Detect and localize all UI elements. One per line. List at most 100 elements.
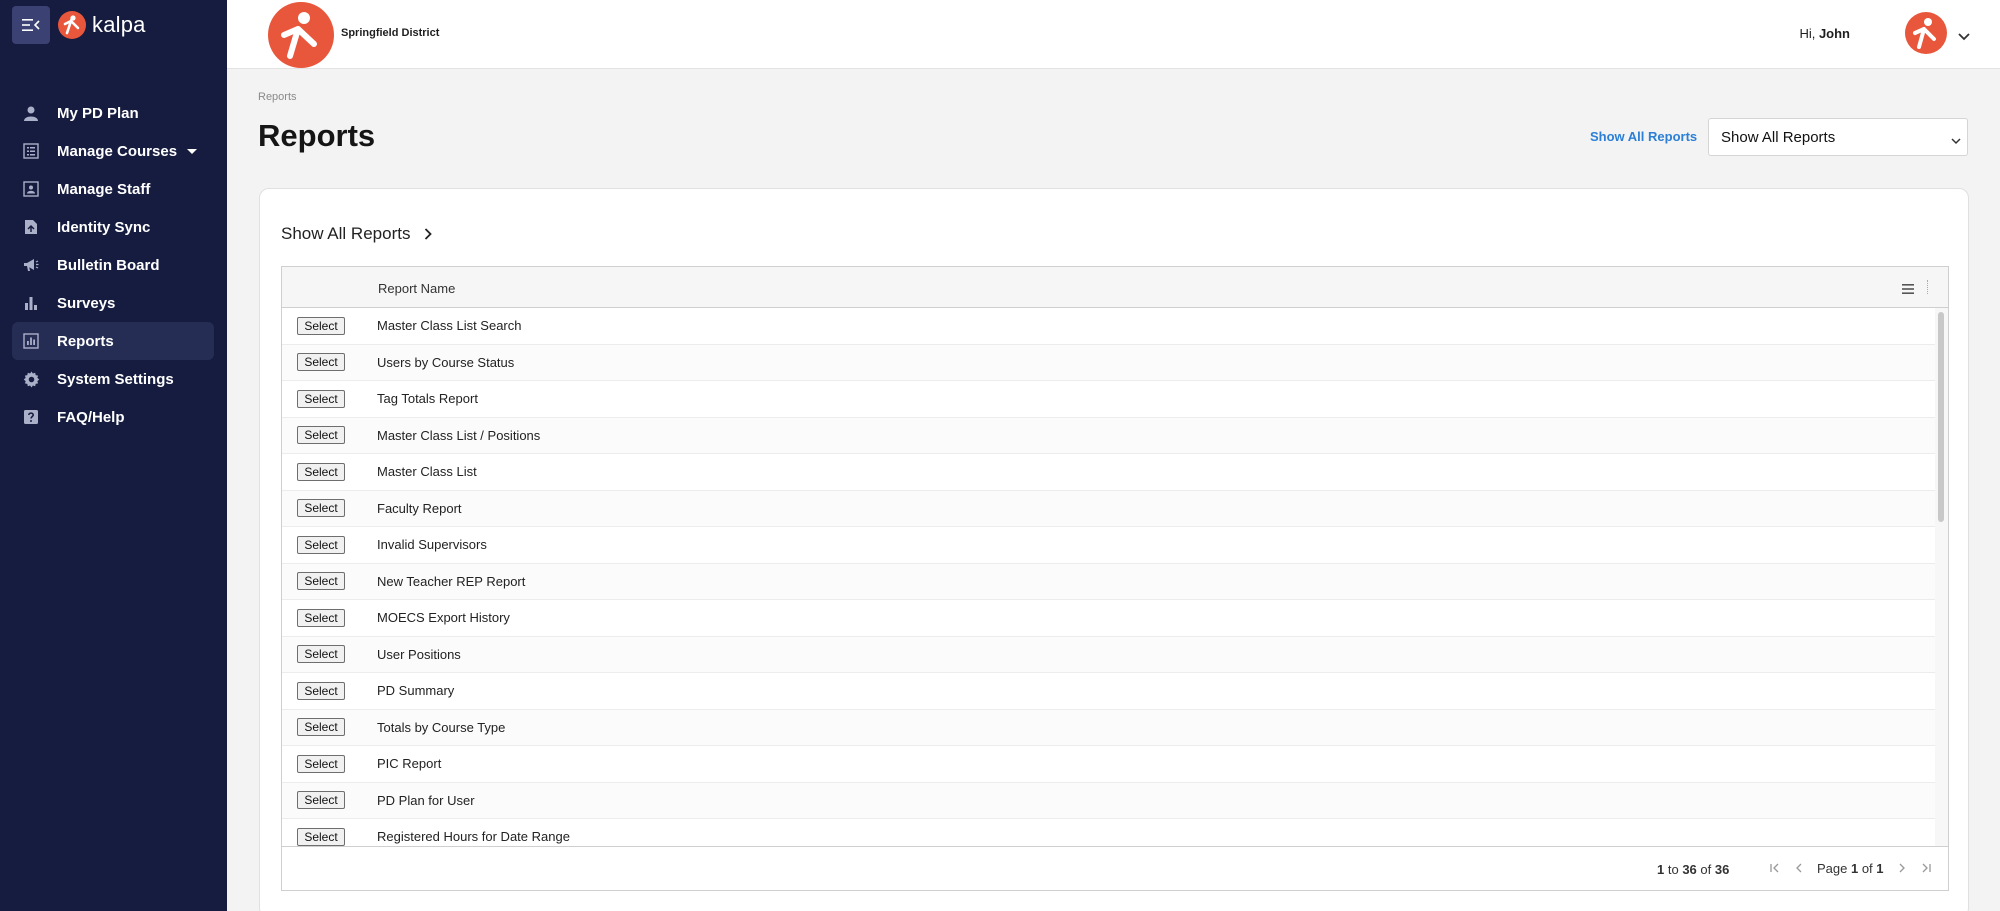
sidebar-nav: My PD Plan Manage Courses Manage Staff I… bbox=[12, 94, 214, 436]
column-header-report-name[interactable]: Report Name bbox=[378, 281, 455, 296]
table-row: Select User Positions bbox=[282, 636, 1935, 673]
sidebar-item-manage-staff[interactable]: Manage Staff bbox=[12, 170, 214, 208]
chevron-right-icon bbox=[425, 228, 433, 240]
top-bar: Springfield District Hi, John bbox=[227, 0, 2000, 69]
select-report-button[interactable]: Select bbox=[297, 389, 345, 408]
report-chart-icon bbox=[21, 331, 41, 351]
select-report-button[interactable]: Select bbox=[297, 718, 345, 737]
user-menu-chevron-icon[interactable] bbox=[1958, 28, 1970, 46]
sidebar-item-surveys[interactable]: Surveys bbox=[12, 284, 214, 322]
grid-header: Report Name bbox=[282, 267, 1948, 308]
sidebar-item-label: Surveys bbox=[57, 294, 116, 312]
report-name: Users by Course Status bbox=[377, 354, 515, 370]
row-range: 1 to 36 of 36 bbox=[1657, 862, 1729, 877]
sidebar-item-bulletin-board[interactable]: Bulletin Board bbox=[12, 246, 214, 284]
grid-scrollbar[interactable] bbox=[1935, 308, 1948, 846]
brand[interactable]: kalpa bbox=[58, 11, 146, 39]
help-icon bbox=[21, 407, 41, 427]
caret-down-icon bbox=[187, 148, 198, 154]
select-report-button[interactable]: Select bbox=[297, 535, 345, 554]
report-filter-select[interactable]: Show All Reports bbox=[1708, 118, 1968, 156]
sidebar-item-manage-courses[interactable]: Manage Courses bbox=[12, 132, 214, 170]
report-name: MOECS Export History bbox=[377, 610, 510, 626]
range-total: 36 bbox=[1714, 862, 1730, 877]
table-row: Select PIC Report bbox=[282, 746, 1935, 783]
report-name: Totals by Course Type bbox=[377, 719, 506, 735]
table-row: Select Master Class List bbox=[282, 454, 1935, 491]
sidebar-item-system-settings[interactable]: System Settings bbox=[12, 360, 214, 398]
sidebar-item-label: Manage Staff bbox=[57, 180, 151, 198]
sidebar-item-label: Bulletin Board bbox=[57, 256, 160, 274]
page-total: 1 bbox=[1876, 860, 1884, 876]
sidebar-item-label: My PD Plan bbox=[57, 104, 139, 122]
avatar-icon bbox=[1905, 12, 1947, 54]
collapse-sidebar-button[interactable] bbox=[12, 6, 50, 44]
table-row: Select MOECS Export History bbox=[282, 600, 1935, 637]
report-name: PD Plan for User bbox=[377, 792, 475, 808]
card-heading-label: Show All Reports bbox=[281, 224, 411, 243]
table-row: Select Users by Course Status bbox=[282, 344, 1935, 381]
sidebar-item-faq-help[interactable]: FAQ/Help bbox=[12, 398, 214, 436]
range-of: of bbox=[1696, 862, 1715, 877]
sidebar-item-label: Identity Sync bbox=[57, 218, 151, 236]
first-page-icon[interactable] bbox=[1769, 860, 1781, 876]
select-report-button[interactable]: Select bbox=[297, 572, 345, 591]
select-report-button[interactable]: Select bbox=[297, 426, 345, 445]
range-end: 36 bbox=[1682, 862, 1697, 877]
report-name: Tag Totals Report bbox=[377, 391, 478, 407]
page-of: of bbox=[1858, 860, 1877, 876]
select-report-button[interactable]: Select bbox=[297, 608, 345, 627]
select-report-button[interactable]: Select bbox=[297, 462, 345, 481]
page-indicator: Page 1 of 1 bbox=[1817, 861, 1884, 876]
column-resize-handle[interactable] bbox=[1927, 280, 1928, 294]
report-name: Master Class List / Positions bbox=[377, 427, 541, 443]
table-row: Select New Teacher REP Report bbox=[282, 563, 1935, 600]
table-row: Select Master Class List Search bbox=[282, 308, 1935, 345]
report-name: User Positions bbox=[377, 646, 461, 662]
report-name: PD Summary bbox=[377, 683, 455, 699]
select-report-button[interactable]: Select bbox=[297, 316, 345, 335]
previous-page-icon[interactable] bbox=[1793, 860, 1805, 876]
range-to: to bbox=[1664, 862, 1683, 877]
list-icon bbox=[21, 141, 41, 161]
column-menu-icon[interactable] bbox=[1902, 281, 1914, 299]
table-row: Select Tag Totals Report bbox=[282, 381, 1935, 418]
card-heading[interactable]: Show All Reports bbox=[281, 224, 433, 244]
select-report-button[interactable]: Select bbox=[297, 754, 345, 773]
next-page-icon[interactable] bbox=[1896, 860, 1908, 876]
collapse-menu-icon bbox=[22, 19, 40, 31]
district-name: Springfield District bbox=[341, 27, 440, 39]
person-icon bbox=[21, 103, 41, 123]
report-name: Master Class List bbox=[377, 464, 477, 480]
avatar[interactable] bbox=[1905, 12, 1947, 59]
reports-card: Show All Reports Report Name Select Maste… bbox=[259, 188, 1969, 911]
scrollbar-thumb[interactable] bbox=[1938, 312, 1944, 522]
megaphone-icon bbox=[21, 255, 41, 275]
brand-name: kalpa bbox=[92, 12, 146, 37]
district-logo[interactable] bbox=[268, 2, 334, 73]
sidebar-item-label: FAQ/Help bbox=[57, 408, 125, 426]
table-row: Select PD Summary bbox=[282, 673, 1935, 710]
report-name: Invalid Supervisors bbox=[377, 537, 487, 553]
reports-grid: Report Name Select Master Class List Sear… bbox=[281, 266, 1949, 891]
report-name: Faculty Report bbox=[377, 500, 462, 516]
sidebar-item-identity-sync[interactable]: Identity Sync bbox=[12, 208, 214, 246]
user-greeting: Hi, John bbox=[1799, 26, 1850, 41]
select-report-button[interactable]: Select bbox=[297, 499, 345, 518]
chevron-down-icon bbox=[1951, 132, 1961, 149]
breadcrumb[interactable]: Reports bbox=[258, 91, 297, 103]
sidebar-item-my-pd-plan[interactable]: My PD Plan bbox=[12, 94, 214, 132]
show-all-reports-link[interactable]: Show All Reports bbox=[1590, 129, 1697, 144]
report-name: Master Class List Search bbox=[377, 318, 522, 334]
report-name: New Teacher REP Report bbox=[377, 573, 526, 589]
select-report-button[interactable]: Select bbox=[297, 353, 345, 372]
kalpa-logo-icon bbox=[58, 11, 86, 39]
file-sync-icon bbox=[21, 217, 41, 237]
select-report-button[interactable]: Select bbox=[297, 645, 345, 664]
select-report-button[interactable]: Select bbox=[297, 681, 345, 700]
last-page-icon[interactable] bbox=[1920, 860, 1932, 876]
select-report-button[interactable]: Select bbox=[297, 791, 345, 810]
sidebar-item-reports[interactable]: Reports bbox=[12, 322, 214, 360]
page-title: Reports bbox=[258, 118, 376, 153]
select-report-button[interactable]: Select bbox=[297, 827, 345, 846]
